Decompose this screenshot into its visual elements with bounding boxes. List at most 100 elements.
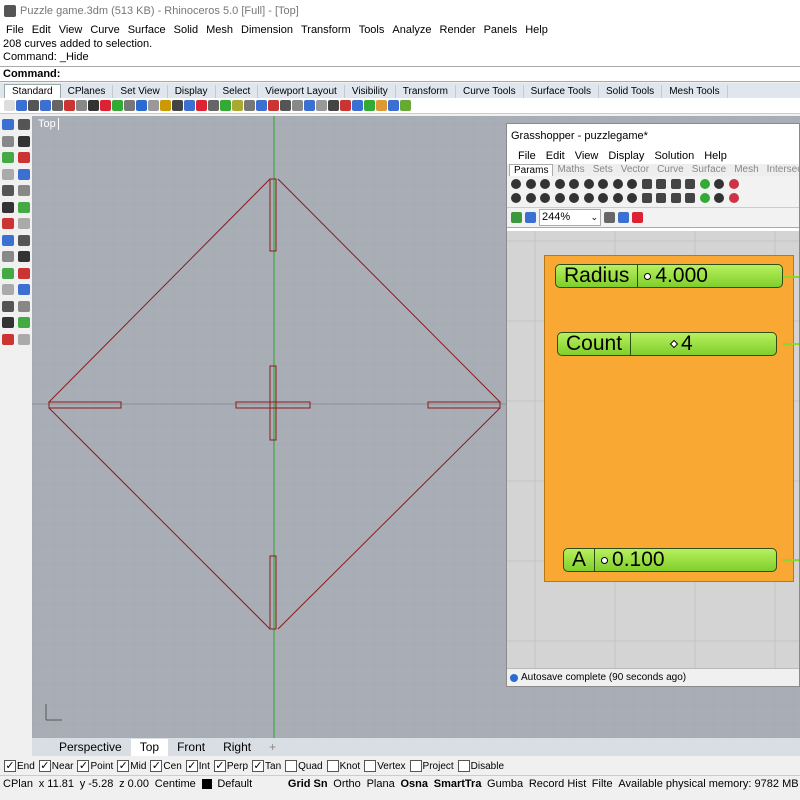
tool-icon[interactable] [18, 333, 30, 345]
toolbar-icon[interactable] [292, 100, 303, 111]
toolbar-icon[interactable] [100, 100, 111, 111]
osnap-quad[interactable]: Quad [285, 760, 323, 772]
component-icon[interactable] [641, 179, 652, 189]
checkbox-icon[interactable]: ✓ [38, 760, 51, 772]
osnap-tan[interactable]: ✓ Tan [252, 760, 281, 772]
menu-item-mesh[interactable]: Mesh [202, 24, 237, 36]
count-slider[interactable]: Count 4 [557, 332, 777, 356]
component-icon[interactable] [728, 179, 739, 189]
menu-item-file[interactable]: File [2, 24, 28, 36]
tool-icon[interactable] [18, 168, 30, 180]
toolbar-icon[interactable] [280, 100, 291, 111]
osnap-vertex[interactable]: Vertex [364, 760, 406, 772]
view-tab-top[interactable]: Top [130, 739, 169, 756]
toolbar-icon[interactable] [316, 100, 327, 111]
toolbar-tab-standard[interactable]: Standard [4, 84, 61, 98]
toolbar-icon[interactable] [112, 100, 123, 111]
osnap-cen[interactable]: ✓ Cen [150, 760, 182, 772]
tool-icon[interactable] [18, 185, 30, 196]
tool-icon[interactable] [2, 201, 14, 213]
toolbar-icon[interactable] [400, 100, 411, 111]
checkbox-icon[interactable]: ✓ [77, 760, 90, 772]
layer-name[interactable]: Default [214, 778, 255, 790]
slider-knob-icon[interactable] [669, 339, 679, 349]
gh-menu-item-edit[interactable]: Edit [541, 150, 570, 162]
toolbar-icon[interactable] [388, 100, 399, 111]
smarttrack-toggle[interactable]: SmartTra [431, 778, 484, 790]
toolbar-icon[interactable] [88, 100, 99, 111]
toolbar-icon[interactable] [340, 100, 351, 111]
tool-icon[interactable] [2, 218, 14, 229]
tool-icon[interactable] [2, 152, 14, 163]
component-icon[interactable] [511, 193, 521, 203]
toolbar-icon[interactable] [328, 100, 339, 111]
component-icon[interactable] [627, 179, 637, 189]
component-icon[interactable] [540, 179, 550, 189]
tool-icon[interactable] [2, 234, 14, 246]
gumball-toggle[interactable]: Gumba [484, 778, 526, 790]
component-icon[interactable] [714, 193, 724, 203]
record-history-toggle[interactable]: Record Hist [526, 778, 589, 790]
toolbar-icon[interactable] [124, 100, 135, 111]
menu-item-render[interactable]: Render [436, 24, 480, 36]
component-icon[interactable] [525, 193, 536, 203]
component-icon[interactable] [569, 193, 579, 203]
tool-icon[interactable] [18, 251, 30, 262]
osnap-mid[interactable]: ✓ Mid [117, 760, 146, 772]
component-icon[interactable] [656, 179, 666, 189]
toolbar-icon[interactable] [232, 100, 243, 111]
checkbox-icon[interactable]: ✓ [252, 760, 265, 772]
sketch-icon[interactable] [604, 212, 615, 223]
component-icon[interactable] [598, 193, 608, 203]
toolbar-icon[interactable] [136, 100, 147, 111]
osnap-disable[interactable]: Disable [457, 760, 504, 772]
gh-menu-item-help[interactable]: Help [699, 150, 732, 162]
save-icon[interactable] [525, 212, 536, 223]
component-icon[interactable] [612, 193, 623, 203]
toolbar-icon[interactable] [208, 100, 219, 111]
checkbox-icon[interactable] [285, 760, 298, 772]
gh-tab-maths[interactable]: Maths [553, 164, 588, 176]
toolbar-icon[interactable] [220, 100, 231, 111]
toolbar-tab-select[interactable]: Select [216, 85, 259, 98]
tool-icon[interactable] [18, 300, 30, 312]
tool-icon[interactable] [18, 317, 30, 328]
checkbox-icon[interactable]: ✓ [185, 760, 198, 772]
menu-item-curve[interactable]: Curve [86, 24, 123, 36]
component-icon[interactable] [583, 179, 594, 189]
tool-icon[interactable] [2, 300, 14, 312]
toolbar-icon[interactable] [52, 100, 63, 111]
tool-icon[interactable] [2, 333, 14, 345]
tool-icon[interactable] [18, 218, 30, 229]
gh-menu-item-solution[interactable]: Solution [649, 150, 699, 162]
toolbar-icon[interactable] [184, 100, 195, 111]
component-icon[interactable] [612, 179, 623, 189]
tool-icon[interactable] [18, 284, 30, 295]
ortho-toggle[interactable]: Ortho [330, 778, 363, 790]
tool-icon[interactable] [2, 251, 14, 262]
toolbar-icon[interactable] [28, 100, 39, 111]
slider-value-area[interactable]: 0.100 [595, 549, 665, 571]
toolbar-icon[interactable] [244, 100, 255, 111]
view-tab-right[interactable]: Right [214, 739, 260, 756]
checkbox-icon[interactable] [409, 760, 422, 772]
toolbar-tab-display[interactable]: Display [168, 85, 216, 98]
tool-icon[interactable] [18, 234, 30, 246]
osnap-toggle[interactable]: Osna [397, 778, 430, 790]
toolbar-tab-viewport-layout[interactable]: Viewport Layout [258, 85, 345, 98]
paint-brush-icon[interactable] [632, 212, 643, 223]
command-prompt[interactable]: Command: [0, 66, 800, 82]
gh-tab-intersect[interactable]: Intersect [763, 164, 799, 176]
component-icon[interactable] [699, 193, 710, 203]
menu-item-edit[interactable]: Edit [28, 24, 55, 36]
toolbar-tab-set-view[interactable]: Set View [113, 85, 168, 98]
toolbar-tab-transform[interactable]: Transform [396, 85, 456, 98]
units-label[interactable]: Centime [152, 778, 199, 790]
component-icon[interactable] [583, 193, 594, 203]
checkbox-icon[interactable] [364, 760, 377, 772]
component-icon[interactable] [656, 193, 666, 203]
component-icon[interactable] [685, 193, 695, 203]
osnap-project[interactable]: Project [409, 760, 454, 772]
zoom-select[interactable]: 244% ⌄ [539, 209, 601, 226]
tool-icon[interactable] [2, 135, 14, 147]
